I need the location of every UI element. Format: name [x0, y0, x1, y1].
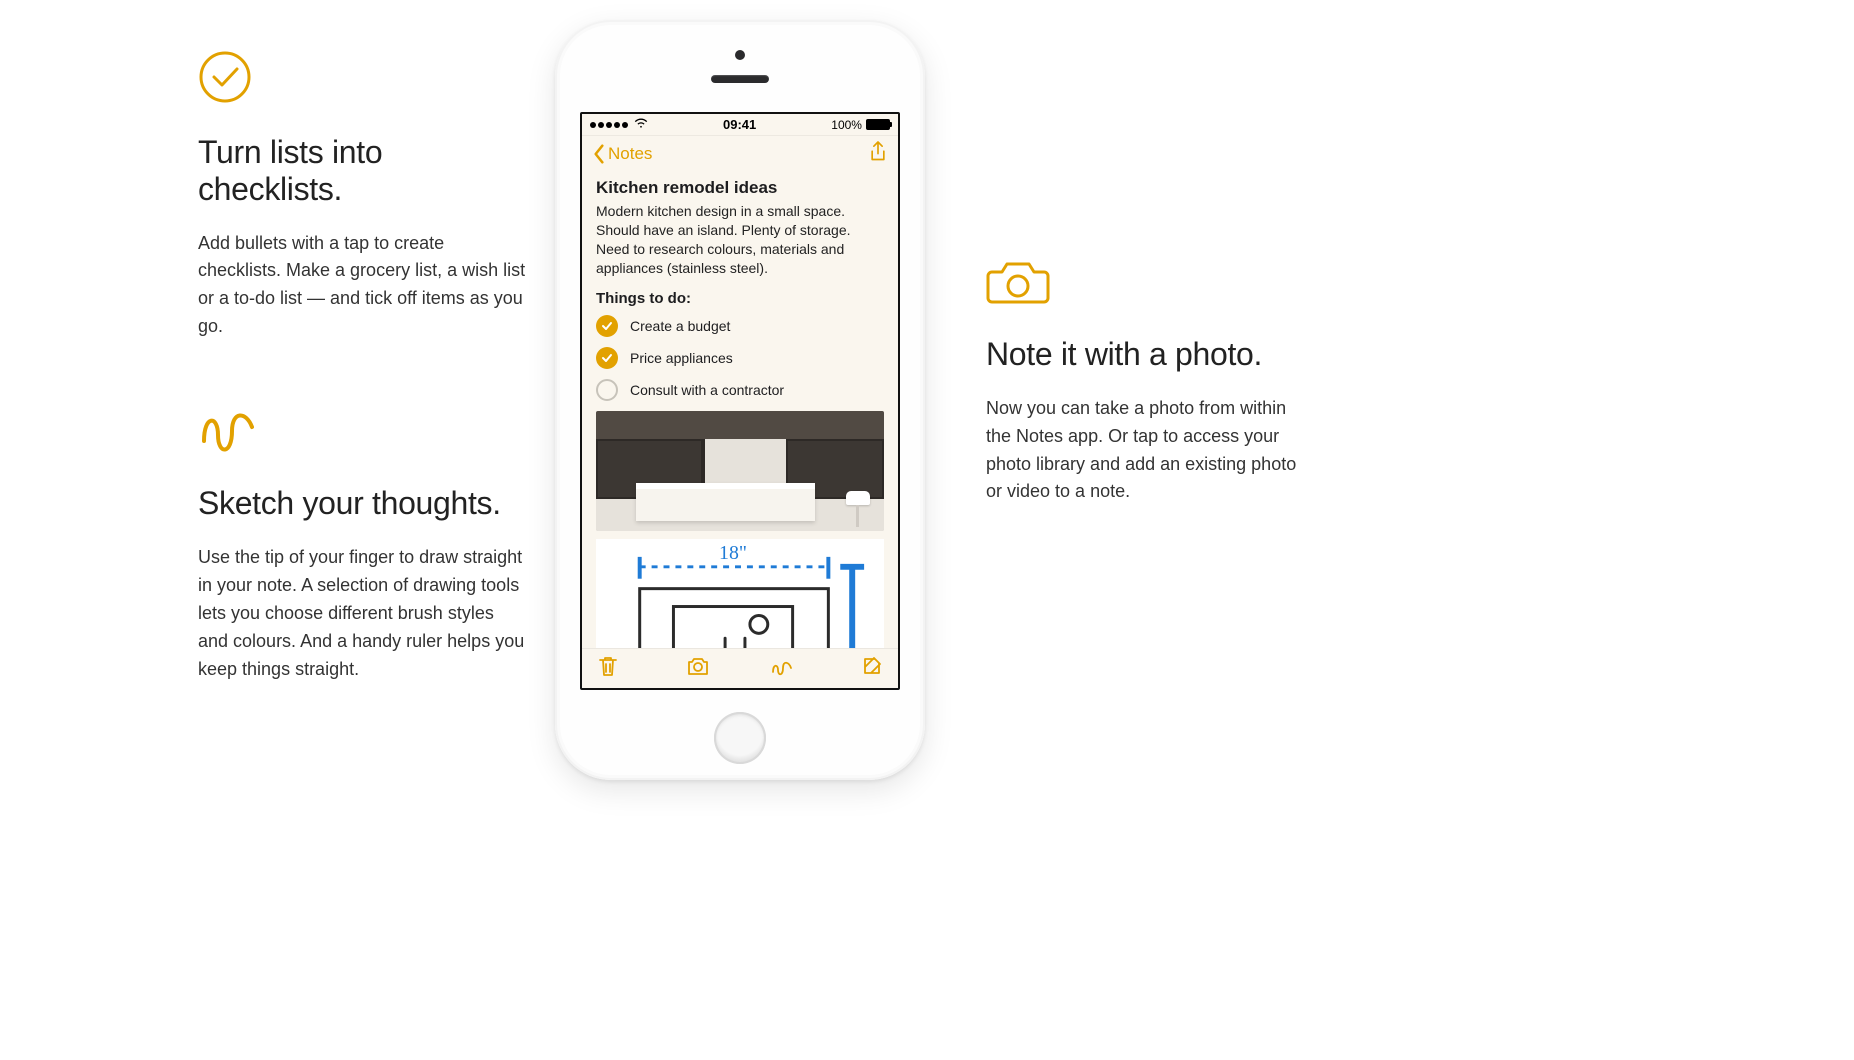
share-button[interactable] — [868, 140, 888, 169]
back-label: Notes — [608, 144, 652, 164]
camera-icon — [686, 654, 710, 678]
sketch-button[interactable] — [770, 654, 794, 683]
checklist-label: Create a budget — [630, 318, 730, 334]
nav-bar: Notes — [582, 136, 898, 172]
feature-body: Add bullets with a tap to create checkli… — [198, 230, 528, 342]
feature-title: Note it with a photo. — [986, 336, 1316, 373]
signal-icon — [590, 122, 628, 128]
back-button[interactable]: Notes — [592, 144, 652, 164]
camera-button[interactable] — [686, 654, 710, 683]
battery-icon — [866, 119, 890, 130]
compose-icon — [860, 654, 884, 678]
checklist-label: Price appliances — [630, 350, 733, 366]
checklist-item[interactable]: Price appliances — [596, 347, 884, 369]
check-circle-icon — [198, 50, 252, 104]
note-title: Kitchen remodel ideas — [596, 178, 884, 198]
note-content: Kitchen remodel ideas Modern kitchen des… — [582, 172, 898, 401]
checkbox-checked-icon[interactable] — [596, 347, 618, 369]
camera-icon — [986, 258, 1050, 306]
checklist: Create a budget Price appliances Consult… — [596, 315, 884, 401]
phone-mockup: 09:41 100% Notes — [555, 20, 925, 780]
squiggle-icon — [770, 654, 794, 678]
status-bar: 09:41 100% — [582, 114, 898, 136]
checklist-item[interactable]: Consult with a contractor — [596, 379, 884, 401]
feature-photo: Note it with a photo. Now you can take a… — [986, 258, 1316, 506]
sketch-dimension-label: 18" — [719, 541, 747, 563]
share-icon — [868, 140, 888, 164]
phone-speaker — [711, 75, 769, 83]
compose-button[interactable] — [860, 654, 884, 683]
note-body: Modern kitchen design in a small space. … — [596, 202, 884, 278]
battery-indicator: 100% — [831, 118, 890, 132]
trash-button[interactable] — [596, 654, 620, 683]
note-sketch[interactable]: 18" — [596, 539, 884, 655]
phone-screen: 09:41 100% Notes — [580, 112, 900, 690]
squiggle-icon — [198, 401, 258, 455]
note-subhead: Things to do: — [596, 290, 884, 307]
checkbox-checked-icon[interactable] — [596, 315, 618, 337]
feature-title: Turn lists into checklists. — [198, 134, 528, 208]
feature-checklists: Turn lists into checklists. Add bullets … — [198, 50, 528, 341]
feature-sketch: Sketch your thoughts. Use the tip of you… — [198, 401, 528, 683]
phone-home-button[interactable] — [714, 712, 766, 764]
checkbox-unchecked-icon[interactable] — [596, 379, 618, 401]
feature-title: Sketch your thoughts. — [198, 485, 528, 522]
status-time: 09:41 — [723, 117, 756, 132]
note-photo-kitchen[interactable] — [596, 411, 884, 531]
checklist-label: Consult with a contractor — [630, 382, 784, 398]
trash-icon — [596, 654, 620, 678]
note-toolbar — [582, 648, 898, 688]
feature-body: Now you can take a photo from within the… — [986, 395, 1316, 507]
battery-percent: 100% — [831, 118, 862, 132]
wifi-icon — [634, 116, 648, 133]
checklist-item[interactable]: Create a budget — [596, 315, 884, 337]
chevron-left-icon — [592, 144, 606, 164]
phone-camera-dot — [735, 50, 745, 60]
feature-body: Use the tip of your finger to draw strai… — [198, 544, 528, 683]
